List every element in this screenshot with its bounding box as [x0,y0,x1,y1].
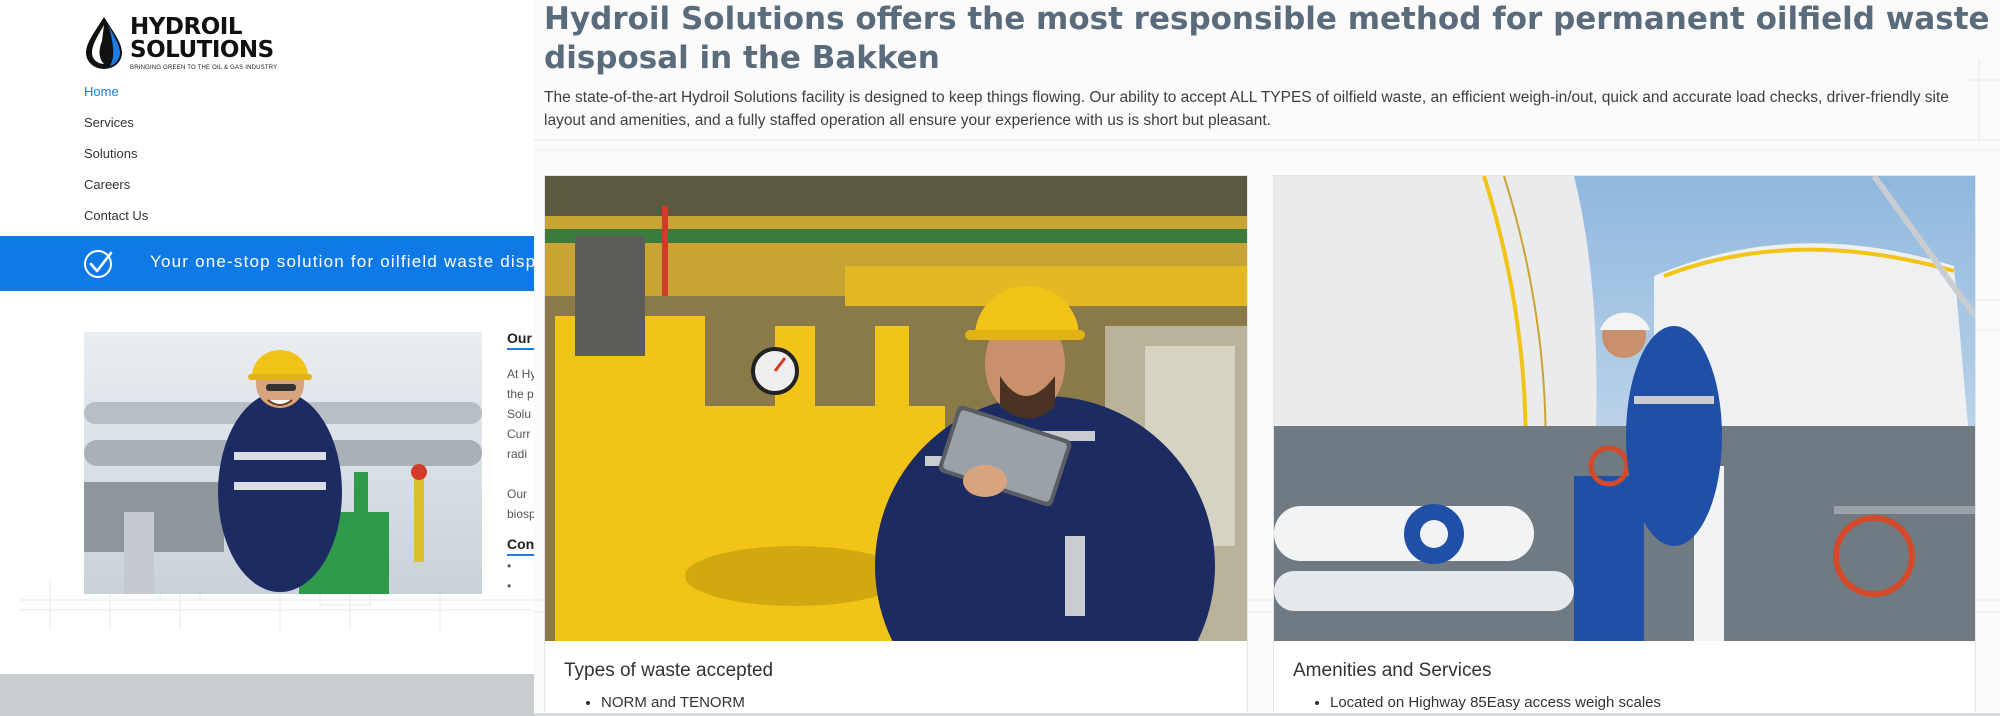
waste-types-card: Types of waste accepted NORM and TENORM [544,175,1248,716]
about-line: Curr [507,427,531,441]
main-nav: Home Services Solutions Careers Contact … [84,82,148,237]
contact-bullet: • [507,559,512,573]
logo-tagline: BRINGING GREEN TO THE OIL & GAS INDUSTRY [130,64,278,71]
water-drop-logo-icon [86,17,122,69]
content-panel: Hydroil Solutions offers the most respon… [534,0,2000,716]
engineer-tablet-illustration [545,176,1247,641]
list-item: Located on Highway 85Easy access weigh s… [1330,692,1661,714]
about-line: At Hy [507,367,537,381]
site-logo[interactable]: HYDROIL SOLUTIONS BRINGING GREEN TO THE … [82,14,292,72]
list-item: NORM and TENORM [601,692,745,714]
about-line: Our [507,487,528,501]
waste-types-list: NORM and TENORM [581,692,745,714]
background-site: HYDROIL SOLUTIONS BRINGING GREEN TO THE … [0,0,540,716]
about-column-clipped: Our At Hy the p Solu Curr radi Our biosp… [507,330,537,630]
about-heading: Our [507,330,537,350]
banner-text: Your one-stop solution for oilfield wast… [150,252,540,271]
logo-wordmark: HYDROIL SOLUTIONS BRINGING GREEN TO THE … [130,13,278,71]
tagline-banner: Your one-stop solution for oilfield wast… [0,236,540,291]
tank-valve-illustration [1274,176,1975,641]
footer-strip [0,674,540,716]
about-line: biosp [507,507,536,521]
waste-types-title: Types of waste accepted [564,660,774,681]
amenities-card: Amenities and Services Located on Highwa… [1273,175,1976,716]
check-circle-icon [84,250,113,278]
about-line: Solu [507,407,532,421]
nav-item-careers[interactable]: Careers [84,175,148,206]
nav-item-solutions[interactable]: Solutions [84,144,148,175]
nav-item-home[interactable]: Home [84,82,148,113]
intro-paragraph: The state-of-the-art Hydroil Solutions f… [544,89,1949,129]
about-line: the p [507,387,534,401]
amenities-list: Located on Highway 85Easy access weigh s… [1310,692,1661,714]
engineer-tablet-photo [545,176,1247,641]
logo-line-1: HYDROIL [130,13,242,40]
page-headline: Hydroil Solutions offers the most respon… [544,1,1990,76]
contact-heading: Con [507,536,537,556]
laughing-worker-photo [84,332,482,594]
logo-line-2: SOLUTIONS [130,36,274,63]
nav-item-services[interactable]: Services [84,113,148,144]
amenities-title: Amenities and Services [1293,660,1492,681]
contact-bullet: • [507,579,512,593]
about-line: radi [507,447,528,461]
nav-item-contact-us[interactable]: Contact Us [84,206,148,237]
laughing-worker-illustration [84,332,482,594]
tank-valve-photo [1274,176,1975,641]
